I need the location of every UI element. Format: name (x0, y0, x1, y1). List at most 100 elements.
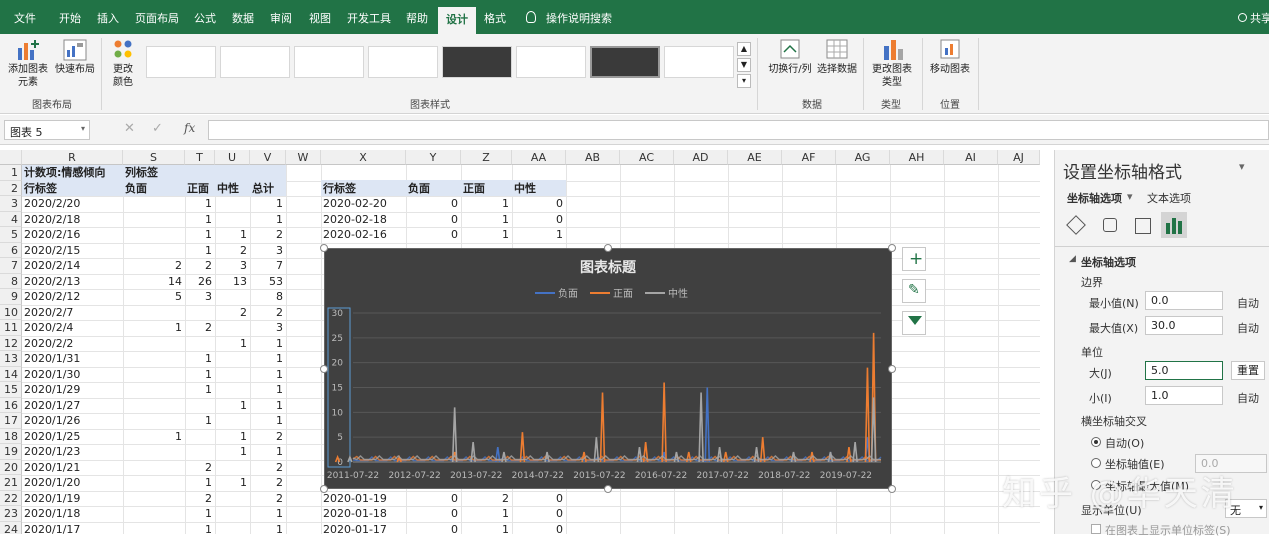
cell[interactable]: 1 (252, 336, 286, 351)
cell[interactable]: 正面 (463, 181, 512, 196)
cell[interactable] (187, 444, 215, 459)
cell[interactable]: 1 (217, 444, 250, 459)
cell[interactable]: 2 (187, 460, 215, 475)
cell[interactable]: 26 (187, 274, 215, 289)
cell[interactable] (125, 444, 185, 459)
tab-file[interactable]: 文件 (14, 10, 36, 26)
cell[interactable]: 负面 (408, 181, 461, 196)
cell[interactable] (217, 351, 250, 366)
cell[interactable]: 2020/1/26 (24, 413, 123, 428)
minor-input[interactable]: 1.0 (1145, 386, 1223, 405)
cell[interactable]: 1 (217, 429, 250, 444)
cell[interactable]: 行标签 (323, 181, 406, 196)
cell[interactable]: 2 (187, 320, 215, 335)
chart-style-2[interactable] (220, 46, 290, 78)
cell[interactable]: 14 (125, 274, 185, 289)
row-header[interactable]: 24 (0, 521, 22, 534)
cell[interactable]: 2 (187, 258, 215, 273)
row-header[interactable]: 23 (0, 506, 22, 522)
max-auto[interactable]: 自动 (1237, 320, 1259, 336)
tab-page-layout[interactable]: 页面布局 (135, 10, 179, 26)
row-header[interactable]: 6 (0, 242, 22, 258)
max-input[interactable]: 30.0 (1145, 316, 1223, 335)
chart-styles-button[interactable]: ✎ (902, 279, 926, 303)
column-header[interactable]: AC (620, 150, 674, 165)
cell[interactable]: 1 (252, 382, 286, 397)
cell[interactable]: 1 (463, 196, 512, 211)
cell[interactable]: 2020-02-18 (323, 212, 406, 227)
row-header[interactable]: 22 (0, 490, 22, 506)
cell[interactable]: 2020/1/25 (24, 429, 123, 444)
share-button[interactable]: 共享 (1250, 10, 1269, 26)
cell[interactable]: 1 (463, 227, 512, 242)
cell[interactable]: 1 (187, 382, 215, 397)
cell[interactable] (125, 460, 185, 475)
tab-data[interactable]: 数据 (232, 10, 254, 26)
cell[interactable]: 1 (463, 212, 512, 227)
cell[interactable]: 2020/2/15 (24, 243, 123, 258)
cell[interactable]: 2 (252, 227, 286, 242)
cell[interactable]: 1 (187, 367, 215, 382)
row-header[interactable]: 20 (0, 459, 22, 475)
resize-handle[interactable] (888, 485, 896, 493)
cell[interactable]: 0 (408, 522, 461, 535)
cell[interactable]: 1 (217, 336, 250, 351)
cell[interactable]: 2020/1/29 (24, 382, 123, 397)
row-header[interactable]: 15 (0, 382, 22, 398)
cell[interactable]: 3 (187, 289, 215, 304)
row-header[interactable]: 14 (0, 366, 22, 382)
cell[interactable] (125, 475, 185, 490)
chart-filters-button[interactable] (902, 311, 926, 335)
enter-icon[interactable]: ✓ (152, 121, 163, 136)
cell[interactable]: 2 (252, 491, 286, 506)
cell[interactable]: 1 (217, 475, 250, 490)
cell[interactable]: 1 (187, 243, 215, 258)
cell[interactable]: 2020/2/18 (24, 212, 123, 227)
cell[interactable]: 1 (252, 351, 286, 366)
cell[interactable] (125, 398, 185, 413)
switch-row-column-button[interactable]: 切换行/列 (766, 38, 814, 76)
cell[interactable]: 2020-01-19 (323, 491, 406, 506)
effects-icon[interactable] (1103, 218, 1117, 232)
radio-auto[interactable] (1091, 437, 1101, 447)
cell[interactable]: 3 (252, 243, 286, 258)
column-header[interactable]: AE (728, 150, 782, 165)
cell[interactable] (187, 336, 215, 351)
resize-handle[interactable] (888, 244, 896, 252)
cell[interactable]: 总计 (252, 181, 286, 196)
column-header[interactable]: AI (944, 150, 998, 165)
resize-handle[interactable] (320, 365, 328, 373)
cell[interactable]: 中性 (217, 181, 250, 196)
chart-style-1[interactable] (146, 46, 216, 78)
cell[interactable]: 0 (408, 506, 461, 521)
cell[interactable]: 1 (514, 227, 566, 242)
row-header[interactable]: 19 (0, 444, 22, 460)
row-header[interactable]: 12 (0, 335, 22, 351)
cell[interactable] (125, 367, 185, 382)
tab-view[interactable]: 视图 (309, 10, 331, 26)
cell[interactable]: 13 (217, 274, 250, 289)
row-header[interactable]: 9 (0, 289, 22, 305)
cell[interactable]: 2020-02-16 (323, 227, 406, 242)
min-input[interactable]: 0.0 (1145, 291, 1223, 310)
chart-elements-button[interactable]: + (902, 247, 926, 271)
column-header[interactable]: X (321, 150, 406, 165)
add-chart-element-button[interactable]: 添加图表元素 (6, 38, 50, 89)
axis-options-icon[interactable] (1161, 212, 1187, 238)
row-header[interactable]: 3 (0, 196, 22, 212)
column-header[interactable]: Y (406, 150, 461, 165)
column-header[interactable]: AF (782, 150, 836, 165)
cell[interactable]: 2020/2/2 (24, 336, 123, 351)
change-colors-button[interactable]: 更改颜色 (106, 38, 140, 89)
column-header[interactable]: S (123, 150, 185, 165)
tab-review[interactable]: 审阅 (270, 10, 292, 26)
chart-style-6[interactable] (516, 46, 586, 78)
chevron-down-icon[interactable]: ▾ (1127, 190, 1133, 203)
column-header[interactable]: AB (566, 150, 620, 165)
cell[interactable]: 1 (187, 351, 215, 366)
tab-developer[interactable]: 开发工具 (347, 10, 391, 26)
tab-axis-options[interactable]: 坐标轴选项 (1067, 190, 1122, 206)
cell[interactable]: 1 (217, 398, 250, 413)
cell[interactable]: 0 (408, 212, 461, 227)
cell[interactable]: 3 (217, 258, 250, 273)
